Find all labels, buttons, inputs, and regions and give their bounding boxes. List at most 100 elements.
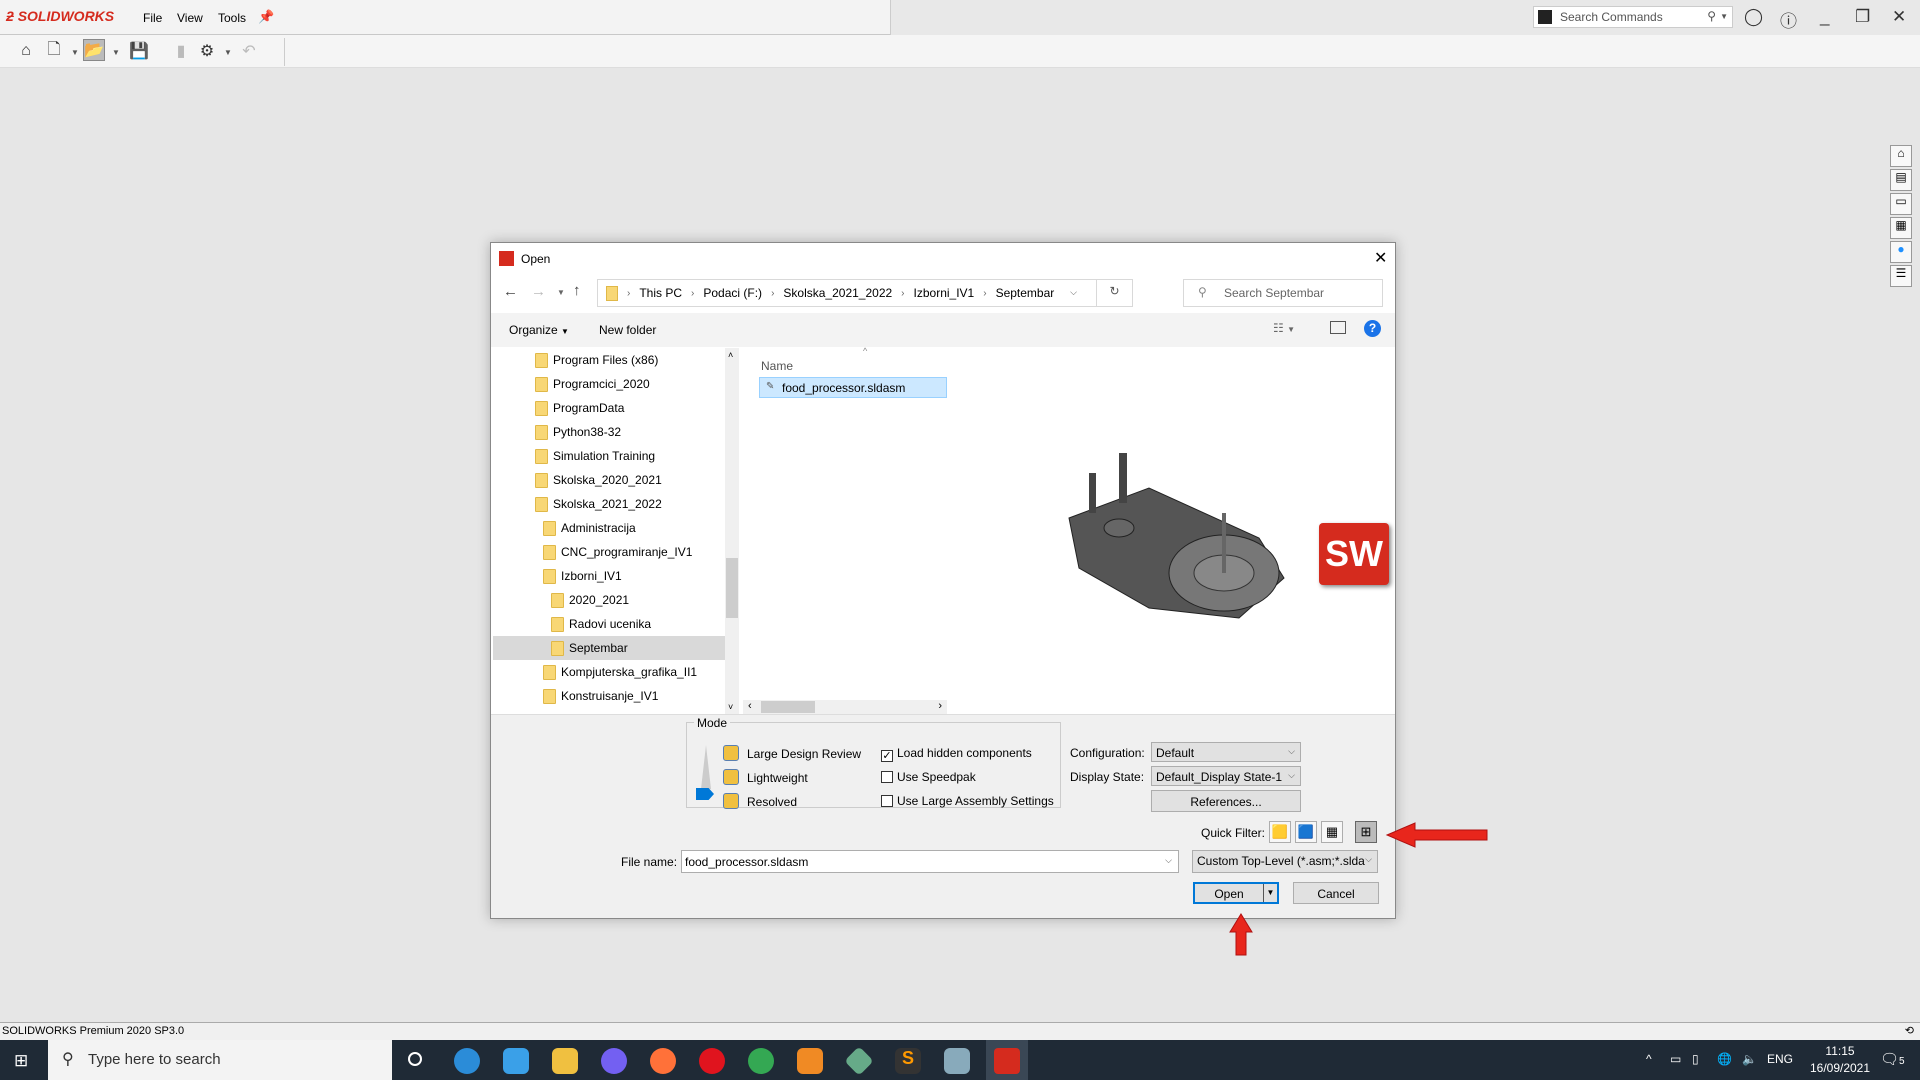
search-commands-input[interactable]: Search Commands ⚲ ▼ — [1533, 6, 1733, 28]
show-hidden-icons[interactable]: ^ — [1646, 1052, 1652, 1066]
gear-icon[interactable]: ⚙ — [196, 40, 218, 62]
opera-icon[interactable] — [699, 1048, 725, 1074]
camera-icon[interactable]: ▭ — [1670, 1052, 1681, 1066]
notifications-icon[interactable]: 🗨5 — [1880, 1050, 1905, 1068]
battery-icon[interactable]: ▯ — [1692, 1052, 1699, 1066]
scroll-thumb[interactable] — [726, 558, 738, 618]
undo-icon[interactable]: ↶ — [238, 40, 260, 62]
save-icon[interactable]: 💾 — [128, 40, 150, 62]
tree-item[interactable]: Kompjuterska_grafika_II1 — [493, 660, 725, 684]
cortana-icon[interactable] — [408, 1052, 422, 1066]
scroll-up-icon[interactable]: ˄ — [728, 350, 733, 360]
filter-top-level-assemblies-icon[interactable]: ⊞ — [1355, 821, 1377, 843]
use-large-assembly-settings-checkbox[interactable]: Use Large Assembly Settings — [881, 794, 1054, 808]
open-icon[interactable]: 📂 — [83, 39, 105, 61]
resources-home-icon[interactable]: ⌂ — [1890, 145, 1912, 167]
tree-item[interactable]: Skolska_2020_2021 — [493, 468, 725, 492]
windows-start-icon[interactable]: ⊞ — [14, 1051, 28, 1071]
scroll-right-icon[interactable]: › — [938, 700, 942, 712]
tree-item[interactable]: Python38-32 — [493, 420, 725, 444]
tree-item[interactable]: Septembar — [493, 636, 725, 660]
taskbar-search[interactable]: ⚲ Type here to search — [48, 1040, 392, 1080]
address-dropdown-icon[interactable]: ⌵ — [1070, 287, 1077, 298]
minimize-button[interactable]: _ — [1820, 7, 1829, 27]
tree-item[interactable]: Radovi ucenika — [493, 612, 725, 636]
breadcrumb-item[interactable]: This PC — [639, 286, 682, 300]
mail-icon[interactable] — [503, 1048, 529, 1074]
filter-drawings-icon[interactable]: ▦ — [1321, 821, 1343, 843]
file-item[interactable]: ✎ food_processor.sldasm — [759, 377, 947, 398]
references-button[interactable]: References... — [1151, 790, 1301, 812]
pin-icon[interactable]: 📌 — [258, 9, 274, 25]
tree-scrollbar[interactable]: ˄ ˅ — [725, 348, 739, 714]
volume-icon[interactable]: 🔈 — [1742, 1052, 1757, 1066]
paint-icon[interactable] — [944, 1048, 970, 1074]
use-speedpak-checkbox[interactable]: Use Speedpak — [881, 770, 976, 784]
new-folder-button[interactable]: New folder — [599, 323, 656, 337]
menu-view[interactable]: View — [177, 11, 203, 25]
breadcrumb-item[interactable]: Podaci (F:) — [703, 286, 762, 300]
tree-item[interactable]: Skolska_2021_2022 — [493, 492, 725, 516]
tree-item[interactable]: Programcici_2020 — [493, 372, 725, 396]
open-options-dropdown[interactable]: ▼ — [1263, 884, 1277, 902]
new-dropdown[interactable]: ▼ — [71, 48, 79, 57]
tree-item[interactable]: CNC_programiranje_IV1 — [493, 540, 725, 564]
preview-pane-icon[interactable] — [1330, 321, 1346, 334]
view-palette-icon[interactable]: ▦ — [1890, 217, 1912, 239]
open-dropdown[interactable]: ▼ — [112, 48, 120, 57]
tree-item[interactable]: Konstruisanje_IV1 — [493, 684, 725, 708]
column-header-name[interactable]: Name — [761, 359, 793, 373]
breadcrumb-item[interactable]: Septembar — [996, 286, 1055, 300]
tree-item[interactable]: Simulation Training — [493, 444, 725, 468]
new-document-icon[interactable]: 🗋 — [43, 40, 65, 62]
dialog-close-button[interactable]: ✕ — [1374, 248, 1387, 268]
menu-tools[interactable]: Tools — [218, 11, 246, 25]
horizontal-scrollbar[interactable]: ‹ › — [743, 700, 947, 714]
file-explorer-icon[interactable]: ▭ — [1890, 193, 1912, 215]
appearances-icon[interactable]: ● — [1890, 241, 1912, 263]
tree-item[interactable]: ProgramData — [493, 396, 725, 420]
help-icon[interactable]: ⓘ — [1780, 7, 1797, 32]
design-library-icon[interactable]: ▤ — [1890, 169, 1912, 191]
rebuild-icon[interactable]: ⟲ — [1905, 1024, 1914, 1037]
solidworks-logo[interactable]: ƻ SOLIDWORKS — [6, 8, 114, 24]
file-explorer-icon[interactable] — [552, 1048, 578, 1074]
close-button[interactable]: ✕ — [1892, 7, 1906, 27]
chevron-down-icon[interactable]: ⌵ — [1165, 855, 1172, 866]
options-dropdown[interactable]: ▼ — [224, 48, 232, 57]
scroll-thumb[interactable] — [761, 701, 815, 713]
back-button[interactable]: ← — [503, 283, 518, 300]
view-options-icon[interactable]: ☷ ▼ — [1273, 321, 1295, 335]
help-icon[interactable]: ? — [1364, 320, 1381, 337]
load-hidden-components-checkbox[interactable]: ✓ Load hidden components — [881, 746, 1032, 762]
home-icon[interactable]: ⌂ — [15, 40, 37, 62]
menu-file[interactable]: File — [143, 11, 162, 25]
viber-icon[interactable] — [601, 1048, 627, 1074]
filter-assemblies-icon[interactable]: 🟦 — [1295, 821, 1317, 843]
configuration-select[interactable]: Default ⌵ — [1151, 742, 1301, 762]
up-button[interactable]: ↑ — [573, 282, 581, 299]
firefox-icon[interactable] — [650, 1048, 676, 1074]
address-bar[interactable]: › This PC › Podaci (F:) › Skolska_2021_202… — [597, 279, 1133, 307]
breadcrumb-item[interactable]: Skolska_2021_2022 — [783, 286, 892, 300]
solidworks-taskbar-button[interactable] — [986, 1040, 1028, 1080]
file-type-select[interactable]: Custom Top-Level (*.asm;*.slda ⌵ — [1192, 850, 1378, 873]
tree-item[interactable]: Administracija — [493, 516, 725, 540]
mode-resolved[interactable]: Resolved — [723, 793, 797, 809]
file-name-input[interactable]: food_processor.sldasm ⌵ — [681, 850, 1179, 873]
open-button[interactable]: Open ▼ — [1193, 882, 1279, 904]
display-state-select[interactable]: Default_Display State-1 ⌵ — [1151, 766, 1301, 786]
restore-button[interactable]: ❐ — [1855, 7, 1870, 27]
clock[interactable]: 11:15 16/09/2021 — [1805, 1044, 1875, 1075]
tree-item[interactable]: 2020_2021 — [493, 588, 725, 612]
mode-lightweight[interactable]: Lightweight — [723, 769, 808, 785]
tree-item[interactable]: Izborni_IV1 — [493, 564, 725, 588]
language-indicator[interactable]: ENG — [1767, 1052, 1793, 1066]
edge-icon[interactable] — [454, 1048, 480, 1074]
filter-parts-icon[interactable]: 🟨 — [1269, 821, 1291, 843]
tree-item[interactable]: Program Files (x86) — [493, 348, 725, 372]
search-folder-input[interactable]: ⚲ Search Septembar — [1183, 279, 1383, 307]
chevron-down-icon[interactable]: ▼ — [1720, 12, 1728, 21]
sublime-text-icon[interactable]: S — [895, 1048, 921, 1074]
recent-locations-dropdown[interactable]: ▼ — [557, 288, 565, 297]
